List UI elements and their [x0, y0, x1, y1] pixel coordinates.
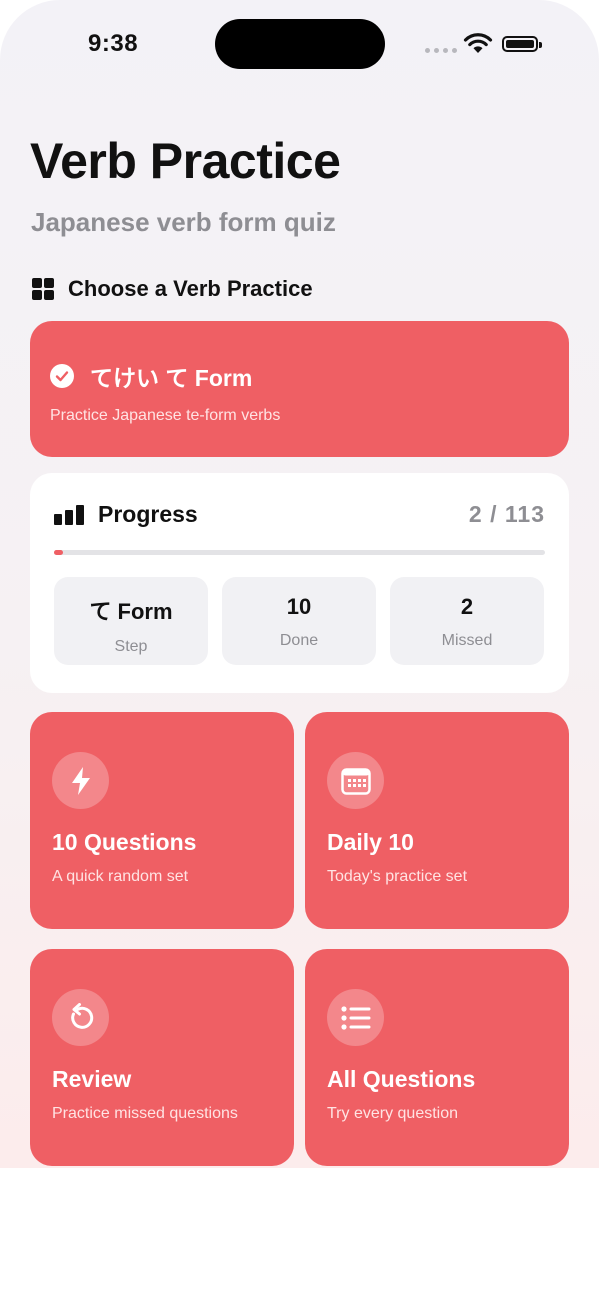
- mode-subtitle: Try every question: [327, 1105, 459, 1122]
- selected-practice-card[interactable]: てけい て Form Practice Japanese te-form ver…: [30, 321, 569, 457]
- mode-subtitle: Today's practice set: [327, 868, 468, 885]
- grid-icon: [32, 278, 54, 300]
- wifi-icon: [463, 33, 493, 53]
- mode-title: 10 Questions: [52, 829, 197, 855]
- phone-screen: 9:38 Verb Practice Japanese verb form qu…: [0, 0, 599, 1168]
- retry-icon: [52, 989, 109, 1046]
- section-label: Choose a Verb Practice: [68, 276, 313, 301]
- stat-done: 10 Done: [222, 577, 376, 665]
- progress-bar: [54, 550, 545, 555]
- stat-label: Missed: [441, 632, 493, 649]
- stat-value: て Form: [89, 599, 173, 624]
- bar-chart-icon: [54, 504, 84, 525]
- progress-title: Progress: [98, 501, 198, 527]
- stat-missed: 2 Missed: [390, 577, 544, 665]
- section-header: Choose a Verb Practice: [32, 276, 313, 302]
- mode-daily-ten-button[interactable]: Daily 10 Today's practice set: [305, 712, 569, 929]
- stat-step: て Form Step: [54, 577, 208, 665]
- progress-bar-fill: [54, 550, 63, 555]
- mode-review-button[interactable]: Review Practice missed questions: [30, 949, 294, 1166]
- lightning-icon: [52, 752, 109, 809]
- cellular-signal-icon: [425, 48, 457, 53]
- dynamic-island: [215, 19, 385, 69]
- selected-practice-description: Practice Japanese te-form verbs: [50, 407, 281, 424]
- mode-title: All Questions: [327, 1066, 476, 1092]
- checkmark-circle-icon: [50, 364, 74, 388]
- stat-value: 2: [460, 594, 474, 619]
- progress-card: Progress 2 / 113 て Form Step 10 Done 2 M…: [30, 473, 569, 693]
- status-time: 9:38: [88, 30, 139, 57]
- mode-subtitle: A quick random set: [52, 868, 189, 885]
- mode-title: Daily 10: [327, 829, 414, 855]
- mode-ten-questions-button[interactable]: 10 Questions A quick random set: [30, 712, 294, 929]
- mode-all-questions-button[interactable]: All Questions Try every question: [305, 949, 569, 1166]
- stat-label: Step: [114, 638, 148, 655]
- mode-subtitle: Practice missed questions: [52, 1105, 238, 1122]
- calendar-icon: [327, 752, 384, 809]
- progress-count: 2 / 113: [468, 501, 545, 527]
- stat-value: 10: [286, 594, 312, 619]
- page-subtitle: Japanese verb form quiz: [31, 207, 336, 237]
- battery-icon: [502, 36, 542, 52]
- list-icon: [327, 989, 384, 1046]
- page-title: Verb Practice: [30, 133, 341, 189]
- selected-practice-title: てけい て Form: [90, 365, 253, 391]
- mode-title: Review: [52, 1066, 132, 1092]
- stat-label: Done: [279, 632, 319, 649]
